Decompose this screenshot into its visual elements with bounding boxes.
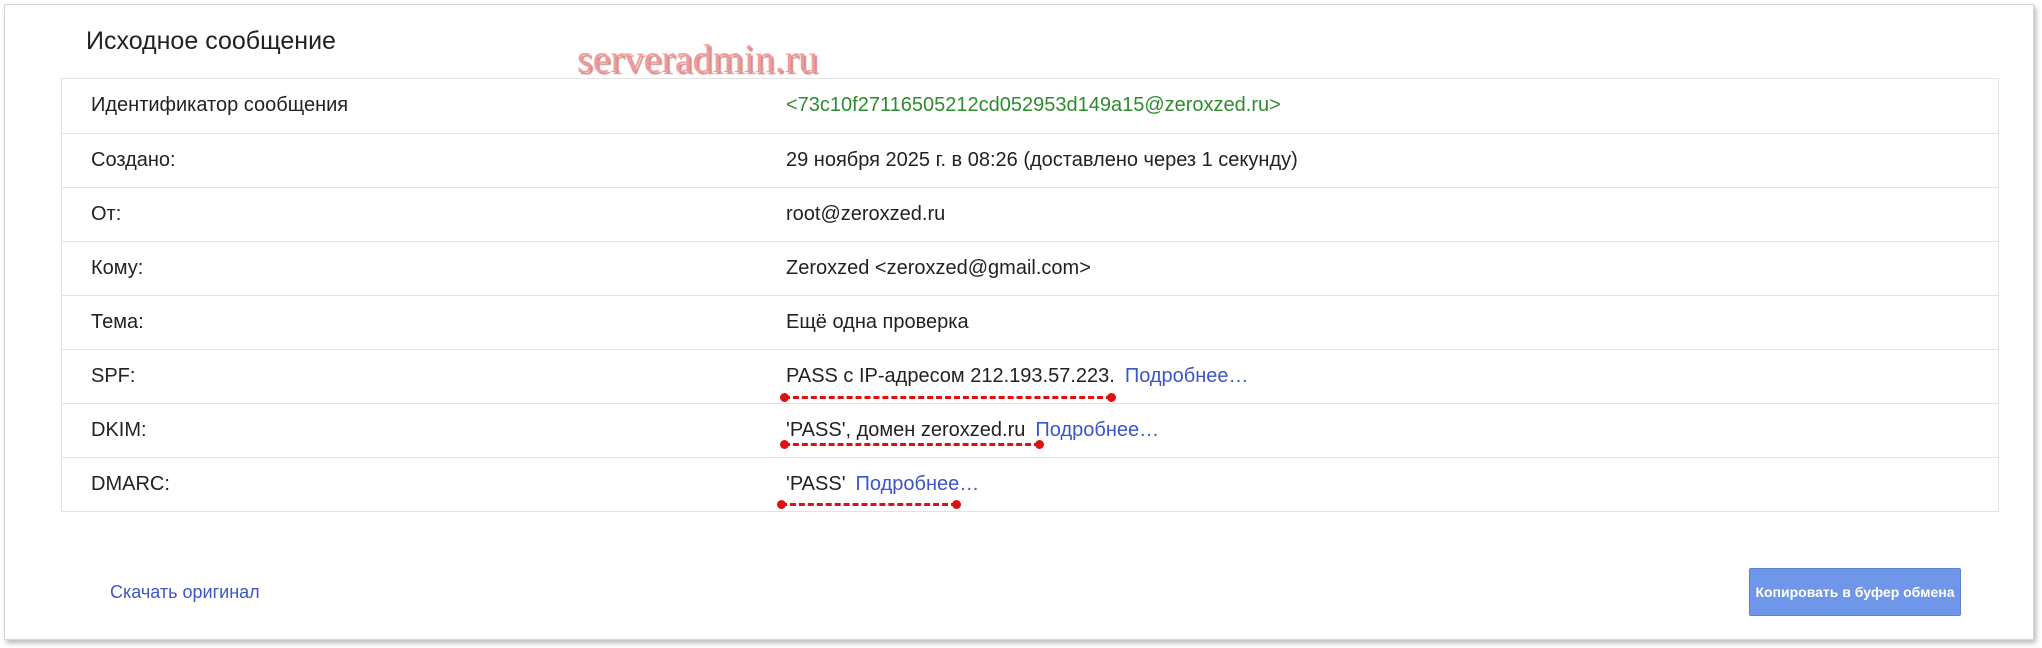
table-row-subject: Тема: Ещё одна проверка bbox=[62, 295, 1998, 349]
table-row-spf: SPF: PASS с IP-адресом 212.193.57.223. По… bbox=[62, 349, 1998, 403]
subject-value: Ещё одна проверка bbox=[786, 311, 969, 333]
row-label: SPF: bbox=[91, 365, 136, 387]
page-title: Исходное сообщение bbox=[86, 27, 336, 55]
table-row-to: Кому: Zeroxzed <zeroxzed@gmail.com> bbox=[62, 241, 1998, 295]
dmarc-details-link[interactable]: Подробнее… bbox=[856, 473, 980, 495]
row-label: Тема: bbox=[91, 311, 144, 333]
table-row-dkim: DKIM: 'PASS', домен zeroxzed.ru Подробнее… bbox=[62, 403, 1998, 457]
table-row-from: От: root@zeroxzed.ru bbox=[62, 187, 1998, 241]
row-label: Создано: bbox=[91, 149, 176, 171]
row-label: Идентификатор сообщения bbox=[91, 94, 349, 116]
row-label: DKIM: bbox=[91, 419, 147, 441]
to-value: Zeroxzed <zeroxzed@gmail.com> bbox=[786, 257, 1091, 279]
spf-value: PASS с IP-адресом 212.193.57.223. bbox=[786, 365, 1115, 387]
table-row-created: Создано: 29 ноября 2025 г. в 08:26 (дост… bbox=[62, 133, 1998, 187]
watermark-logo: serveradmin.ru bbox=[577, 36, 819, 81]
dkim-result: 'PASS', домен zeroxzed.ru Подробнее… bbox=[780, 419, 1159, 449]
created-value: 29 ноября 2025 г. в 08:26 (доставлено че… bbox=[786, 149, 1298, 171]
spf-result: PASS с IP-адресом 212.193.57.223. Подробн… bbox=[780, 365, 1249, 402]
dmarc-annotation-underline bbox=[777, 500, 961, 509]
table-row-message-id: Идентификатор сообщения <73c10f271165052… bbox=[62, 79, 1998, 133]
row-label: Кому: bbox=[91, 257, 144, 279]
message-details-panel: Исходное сообщение serveradmin.ru Иденти… bbox=[4, 4, 2034, 640]
dkim-annotation-underline bbox=[780, 440, 1044, 449]
spf-details-link[interactable]: Подробнее… bbox=[1125, 365, 1249, 387]
download-original-link[interactable]: Скачать оригинал bbox=[110, 582, 260, 603]
spf-annotation-underline bbox=[780, 393, 1116, 402]
dkim-details-link[interactable]: Подробнее… bbox=[1035, 419, 1159, 441]
from-value: root@zeroxzed.ru bbox=[786, 203, 946, 225]
dmarc-result: 'PASS' Подробнее… bbox=[777, 473, 980, 509]
dkim-value: 'PASS', домен zeroxzed.ru bbox=[786, 419, 1026, 441]
dmarc-value: 'PASS' bbox=[786, 473, 846, 495]
message-details-table: Идентификатор сообщения <73c10f271165052… bbox=[61, 78, 1999, 512]
copy-to-clipboard-button[interactable]: Копировать в буфер обмена bbox=[1749, 568, 1961, 616]
row-label: DMARC: bbox=[91, 473, 170, 495]
table-row-dmarc: DMARC: 'PASS' Подробнее… bbox=[62, 457, 1998, 511]
row-label: От: bbox=[91, 203, 122, 225]
message-id-value: <73c10f27116505212cd052953d149a15@zeroxz… bbox=[786, 94, 1281, 116]
